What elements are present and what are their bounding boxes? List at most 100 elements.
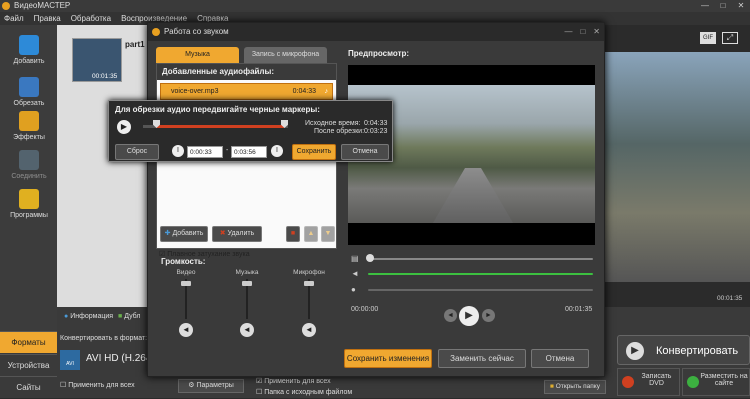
trim-play-icon: ▶ <box>120 122 128 131</box>
video-track-icon: ▤ <box>351 254 359 263</box>
speaker-mic-icon[interactable]: ◄ <box>302 323 316 337</box>
delete-audio-button[interactable]: ✖ Удалить <box>212 226 262 242</box>
dialog-maximize-icon[interactable]: □ <box>580 23 585 41</box>
fullscreen-icon[interactable]: ⤢ <box>722 32 738 44</box>
params-button[interactable]: ⚙ Параметры <box>178 379 244 393</box>
after-trim-label: После обрезки: <box>314 128 365 135</box>
add-button[interactable]: Добавить <box>4 31 54 73</box>
app-logo-icon <box>2 2 10 10</box>
add-label: Добавить <box>13 58 45 65</box>
tab-formats[interactable]: Форматы <box>0 331 57 353</box>
trim-reset-button[interactable]: Сброс <box>115 144 159 160</box>
source-time-label: Исходное время: <box>305 120 361 127</box>
play-button[interactable]: ▶ <box>459 306 479 326</box>
plus-icon: ✚ <box>164 230 171 237</box>
volume-video-label: Видео <box>176 269 196 276</box>
dialog-close-icon[interactable]: ✕ <box>593 23 600 41</box>
close-button[interactable]: ✕ <box>732 0 750 12</box>
replace-now-button[interactable]: Заменить сейчас <box>438 349 526 368</box>
player-image <box>605 52 750 282</box>
dialog-cancel-button[interactable]: Отмена <box>531 349 589 368</box>
move-down-button[interactable]: ▼ <box>321 226 335 242</box>
audio-file-name: voice-over.mp3 <box>171 88 219 95</box>
dvd-icon <box>622 376 634 388</box>
tab-music[interactable]: Музыка <box>156 47 239 63</box>
publish-button[interactable]: Разместить на сайте <box>682 368 750 396</box>
time-end: 00:01:35 <box>565 306 593 313</box>
gif-icon[interactable]: GIF <box>700 32 716 44</box>
burn-dvd-button[interactable]: Записать DVD <box>617 368 680 396</box>
convert-label: Конвертировать <box>656 345 739 357</box>
trim-play-button[interactable]: ▶ <box>117 120 131 134</box>
add-audio-button[interactable]: ✚ Добавить <box>160 226 208 242</box>
trim-cancel-button[interactable]: Отмена <box>341 144 389 160</box>
apply-all-checkbox[interactable]: ☑ Применить для всех <box>256 377 331 385</box>
move-up-button[interactable]: ▲ <box>304 226 318 242</box>
dub-button[interactable]: ■ Дубл <box>118 313 140 320</box>
audio-file-item[interactable]: voice-over.mp3 0:04:33 ♪ <box>160 83 333 100</box>
tab-mic-record[interactable]: Запись с микрофона <box>244 47 327 63</box>
tab-devices[interactable]: Устройства <box>0 354 57 376</box>
volume-mic-slider[interactable] <box>302 279 316 319</box>
save-changes-button[interactable]: Сохранить изменения <box>344 349 432 368</box>
edit-audio-button[interactable]: ■ <box>286 226 300 242</box>
menu-process[interactable]: Обработка <box>71 12 111 25</box>
volume-heading: Громкость: <box>161 257 206 266</box>
tab-sites[interactable]: Сайты <box>0 376 57 398</box>
programs-button[interactable]: Программы <box>4 185 54 227</box>
add-audio-label: Добавить <box>172 230 204 237</box>
apply-all-left-label: Применить для всех <box>68 382 135 389</box>
file-thumbnail[interactable]: 00:01:35 <box>72 38 122 82</box>
trim-end-input[interactable]: 0:03:56 <box>231 146 267 158</box>
apply-all-label: Применить для всех <box>264 378 331 385</box>
volume-mic-label: Микрофон <box>293 269 325 276</box>
set-end-icon[interactable]: I <box>271 145 283 157</box>
mic-track-line <box>368 289 593 291</box>
dialog-controls: — □ ✕ <box>564 23 600 41</box>
info-button[interactable]: ● Информация <box>64 313 113 320</box>
menu-file[interactable]: Файл <box>4 12 24 25</box>
dialog-minimize-icon[interactable]: — <box>564 23 572 41</box>
left-toolbar: Добавить Обрезать Эффекты Соединить Прог… <box>0 25 57 331</box>
join-label: Соединить <box>11 173 47 180</box>
convert-icon: ▶ <box>626 342 644 360</box>
trim-title: Для обрезки аудио передвигайте черные ма… <box>115 105 320 114</box>
volume-video-slider[interactable] <box>179 279 193 319</box>
apply-all-left-checkbox[interactable]: ☐ Применить для всех <box>60 381 135 389</box>
dialog-title: Работа со звуком <box>164 27 229 36</box>
file-name: part1 <box>125 40 145 49</box>
speaker-video-icon[interactable]: ◄ <box>179 323 193 337</box>
add-icon <box>19 35 39 55</box>
playhead-knob[interactable] <box>366 254 374 262</box>
trim-save-button[interactable]: Сохранить <box>292 144 336 160</box>
minimize-button[interactable]: — <box>696 0 714 12</box>
prev-button[interactable]: ◄ <box>444 309 457 322</box>
trim-dash: - <box>226 147 229 154</box>
open-folder-button[interactable]: ■ Открыть папку <box>544 380 606 394</box>
preview-label: Предпросмотр: <box>348 49 410 58</box>
volume-video-knob[interactable] <box>181 281 191 286</box>
publish-icon <box>687 376 699 388</box>
next-button[interactable]: ► <box>482 309 495 322</box>
volume-music-knob[interactable] <box>242 281 252 286</box>
trim-range <box>156 125 284 128</box>
menu-edit[interactable]: Правка <box>34 12 61 25</box>
format-name[interactable]: AVI HD (H.264 <box>86 353 151 364</box>
volume-music-slider[interactable] <box>240 279 254 319</box>
dialog-logo-icon <box>152 28 160 36</box>
convert-button[interactable]: ▶ Конвертировать <box>617 335 750 365</box>
info-icon: ● <box>64 313 69 320</box>
video-track-line[interactable] <box>368 258 593 260</box>
volume-mic-knob[interactable] <box>304 281 314 286</box>
file-duration: 00:01:35 <box>92 73 118 80</box>
speaker-music-icon[interactable]: ◄ <box>240 323 254 337</box>
set-start-icon[interactable]: I <box>172 145 184 157</box>
maximize-button[interactable]: □ <box>714 0 732 12</box>
trim-start-input[interactable]: 0:00:33 <box>187 146 223 158</box>
source-time-value: 0:04:33 <box>364 120 388 127</box>
format-icon: AVI <box>60 350 80 370</box>
source-folder-checkbox[interactable]: ☐ Папка с исходным файлом <box>256 388 352 396</box>
join-button[interactable]: Соединить <box>4 146 54 188</box>
dialog-titlebar: Работа со звуком <box>148 23 604 41</box>
effects-button[interactable]: Эффекты <box>4 107 54 149</box>
